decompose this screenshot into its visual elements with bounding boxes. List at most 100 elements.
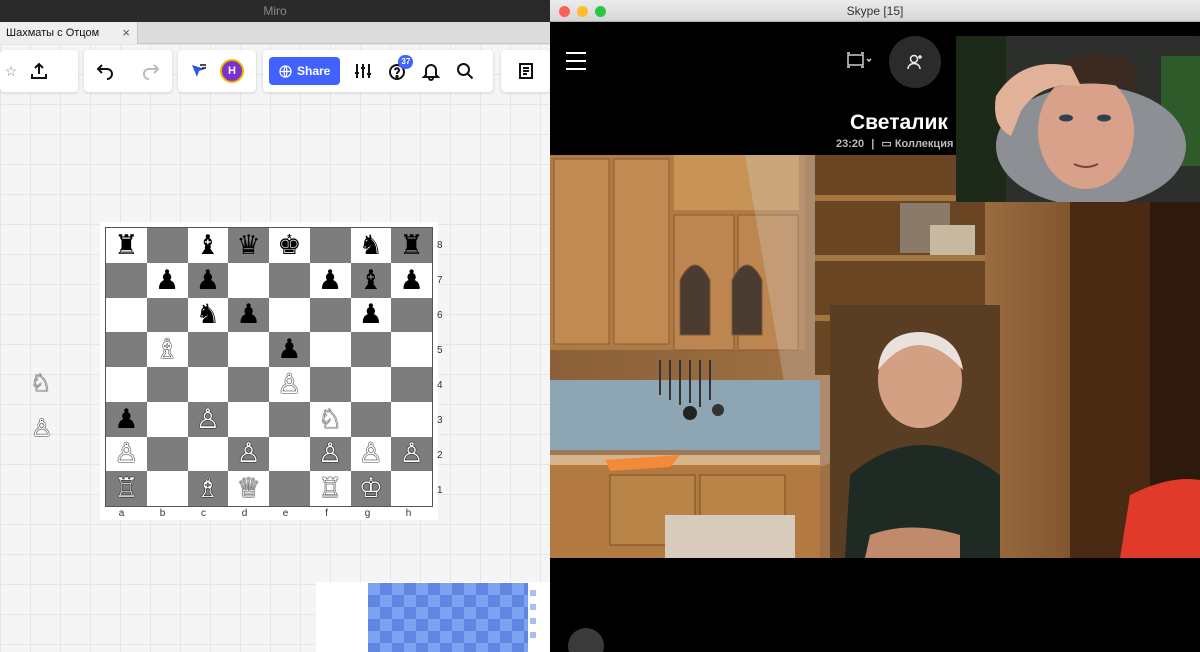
square-f5[interactable] (309, 332, 351, 367)
square-d1[interactable]: ♕ (228, 471, 269, 506)
chess-piece[interactable]: ♙ (318, 440, 342, 467)
square-f2[interactable]: ♙ (309, 436, 351, 472)
square-g8[interactable]: ♞ (350, 228, 392, 263)
square-b3[interactable] (146, 401, 188, 437)
chess-piece[interactable]: ♙ (196, 406, 220, 433)
chess-piece[interactable]: ♝ (359, 267, 383, 294)
chess-piece[interactable]: ♟ (237, 301, 261, 328)
chess-piece[interactable]: ♞ (359, 232, 383, 259)
remote-video-feed[interactable] (550, 155, 1200, 558)
loose-knight-piece[interactable]: ♘ (30, 371, 52, 395)
chess-piece[interactable]: ♙ (359, 440, 383, 467)
square-f3[interactable]: ♘ (309, 401, 351, 437)
square-d6[interactable]: ♟ (228, 297, 269, 333)
help-icon[interactable]: 37 (380, 54, 414, 88)
square-e6[interactable] (269, 297, 310, 333)
square-e3[interactable] (269, 401, 310, 437)
square-g4[interactable] (350, 367, 392, 402)
square-h7[interactable]: ♟ (391, 262, 432, 298)
export-icon[interactable] (22, 54, 56, 88)
square-e5[interactable]: ♟ (269, 332, 310, 367)
square-c4[interactable] (187, 367, 229, 402)
square-a8[interactable]: ♜ (106, 228, 147, 263)
square-e8[interactable]: ♚ (269, 228, 310, 263)
chess-piece[interactable]: ♗ (155, 336, 179, 363)
redo-icon[interactable] (134, 54, 168, 88)
screen-layout-icon[interactable] (846, 52, 872, 71)
square-b4[interactable] (146, 367, 188, 402)
square-h4[interactable] (391, 367, 432, 402)
square-h5[interactable] (391, 332, 432, 367)
chess-piece[interactable]: ♖ (114, 475, 138, 502)
chess-piece[interactable]: ♜ (400, 232, 424, 259)
square-e2[interactable] (269, 436, 310, 472)
chess-piece[interactable]: ♛ (237, 232, 261, 259)
chess-piece[interactable]: ♗ (196, 475, 220, 502)
square-e4[interactable]: ♙ (269, 367, 310, 402)
square-h3[interactable] (391, 401, 432, 437)
loose-pawn-piece[interactable]: ♙ (31, 416, 53, 440)
chess-piece[interactable]: ♙ (114, 440, 138, 467)
chess-piece[interactable]: ♘ (318, 406, 342, 433)
square-d3[interactable] (228, 401, 269, 437)
square-c6[interactable]: ♞ (187, 297, 229, 333)
square-b1[interactable] (146, 471, 188, 506)
search-icon[interactable] (448, 54, 482, 88)
chess-piece[interactable]: ♜ (114, 232, 138, 259)
square-h1[interactable] (391, 471, 432, 506)
square-a2[interactable]: ♙ (106, 436, 147, 472)
chess-piece[interactable]: ♟ (114, 406, 138, 433)
square-d8[interactable]: ♛ (228, 228, 269, 263)
chess-piece[interactable]: ♞ (196, 301, 220, 328)
notes-icon[interactable] (509, 54, 543, 88)
chess-piece[interactable]: ♔ (359, 475, 383, 502)
square-a4[interactable] (106, 367, 147, 402)
square-b6[interactable] (146, 297, 188, 333)
square-h6[interactable] (391, 297, 432, 333)
square-d5[interactable] (228, 332, 269, 367)
square-f7[interactable]: ♟ (309, 262, 351, 298)
square-a6[interactable] (106, 297, 147, 333)
square-d4[interactable] (228, 367, 269, 402)
chess-piece[interactable]: ♟ (277, 336, 301, 363)
avatar[interactable]: H (220, 59, 244, 83)
minimize-window-button[interactable] (577, 6, 588, 17)
self-video-preview[interactable] (956, 36, 1200, 202)
chess-piece[interactable]: ♟ (318, 267, 342, 294)
square-c3[interactable]: ♙ (187, 401, 229, 437)
chess-piece[interactable]: ♕ (237, 475, 261, 502)
chess-piece[interactable]: ♝ (196, 232, 220, 259)
star-icon[interactable]: ☆ (0, 54, 22, 88)
chess-piece[interactable]: ♚ (277, 232, 301, 259)
square-h8[interactable]: ♜ (391, 228, 432, 263)
board-tab[interactable]: Шахматы с Отцом × (0, 22, 138, 44)
square-b2[interactable] (146, 436, 188, 472)
chess-piece[interactable]: ♙ (400, 440, 424, 467)
square-b8[interactable] (146, 228, 188, 263)
square-f1[interactable]: ♖ (309, 471, 351, 506)
square-d2[interactable]: ♙ (228, 436, 269, 472)
square-f4[interactable] (309, 367, 351, 402)
square-a5[interactable] (106, 332, 147, 367)
square-g7[interactable]: ♝ (350, 262, 392, 298)
square-g3[interactable] (350, 401, 392, 437)
square-a3[interactable]: ♟ (106, 401, 147, 437)
square-b7[interactable]: ♟ (146, 262, 188, 298)
settings-sliders-icon[interactable] (346, 54, 380, 88)
square-c5[interactable] (187, 332, 229, 367)
chess-piece[interactable]: ♟ (400, 267, 424, 294)
square-c1[interactable]: ♗ (187, 471, 229, 506)
square-b5[interactable]: ♗ (146, 332, 188, 367)
chess-piece[interactable]: ♖ (318, 475, 342, 502)
square-g2[interactable]: ♙ (350, 436, 392, 472)
bell-icon[interactable] (414, 54, 448, 88)
chess-piece[interactable]: ♙ (237, 440, 261, 467)
close-window-button[interactable] (559, 6, 570, 17)
cursor-icon[interactable] (182, 54, 216, 88)
square-a7[interactable] (106, 262, 147, 298)
chess-piece[interactable]: ♟ (196, 267, 220, 294)
square-c2[interactable] (187, 436, 229, 472)
share-button[interactable]: Share (269, 57, 341, 85)
chess-piece[interactable]: ♟ (359, 301, 383, 328)
chess-piece[interactable]: ♟ (155, 267, 179, 294)
